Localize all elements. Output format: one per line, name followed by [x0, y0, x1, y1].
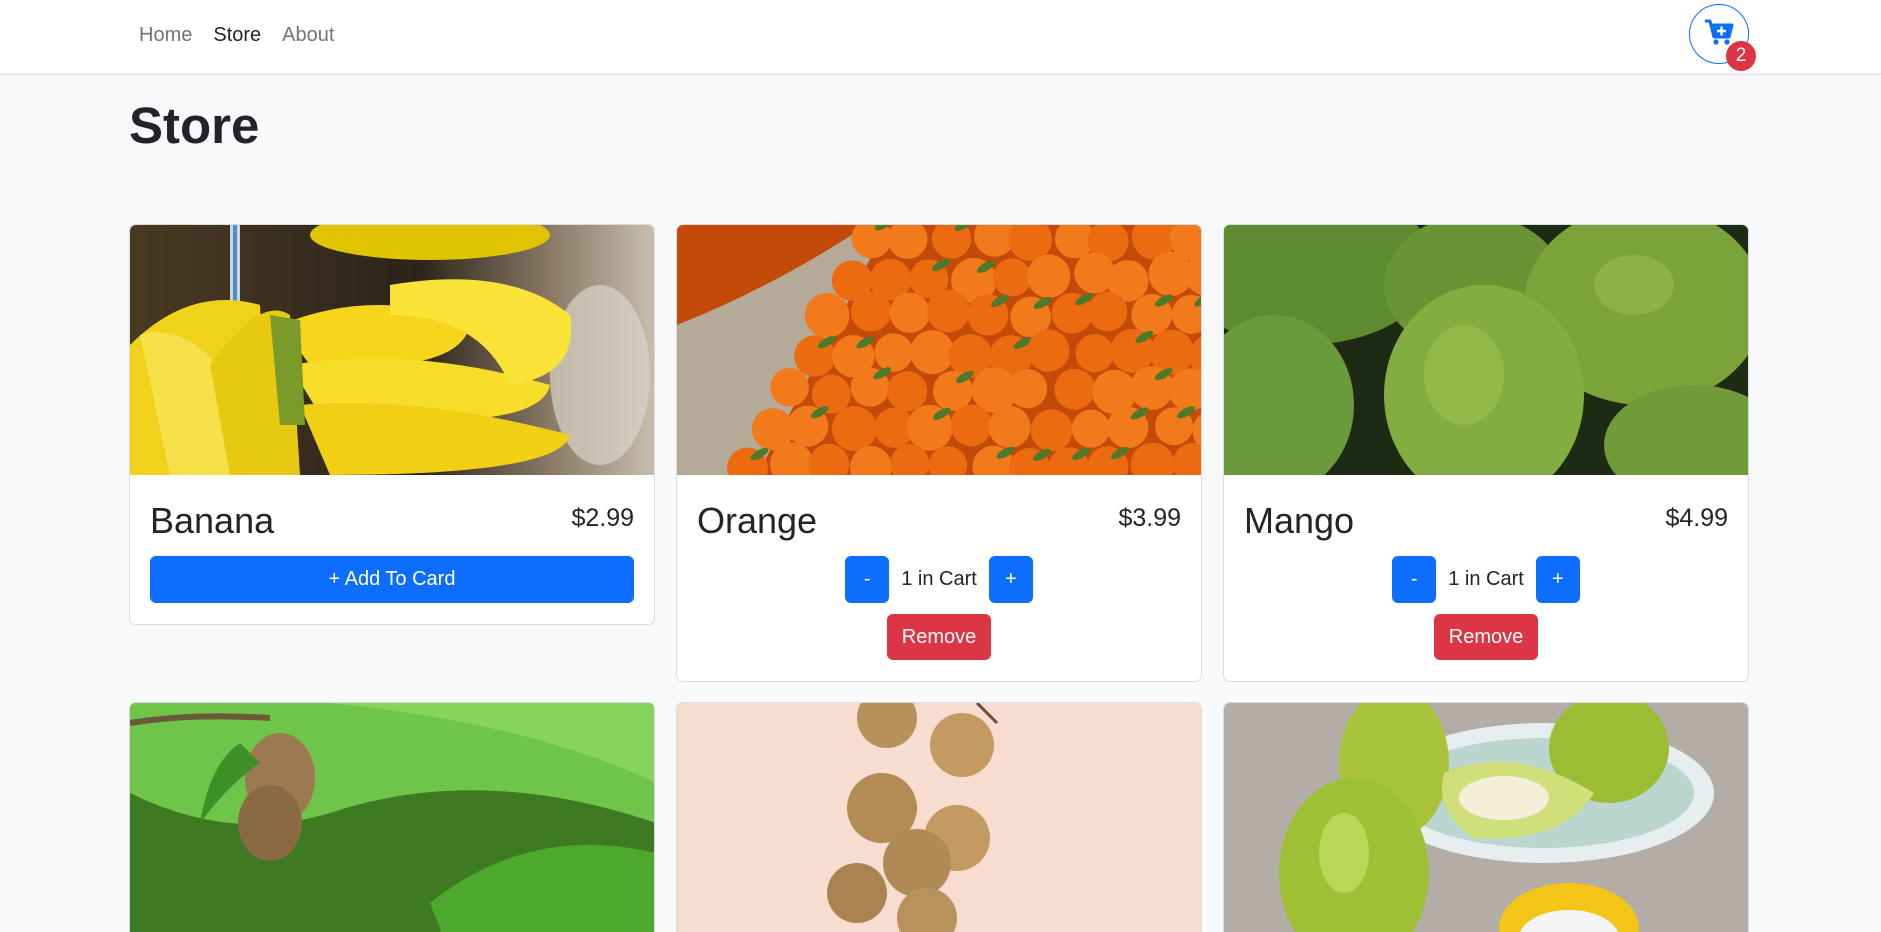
mango-image — [1224, 225, 1748, 475]
navbar: Home Store About 2 — [0, 0, 1881, 74]
product-name: Orange — [697, 500, 818, 541]
product-price: $3.99 — [1118, 504, 1181, 532]
product-price: $2.99 — [571, 504, 634, 532]
nav-link-store[interactable]: Store — [213, 22, 261, 48]
increase-quantity-button[interactable]: + — [1535, 556, 1580, 603]
remove-button[interactable]: Remove — [1434, 614, 1538, 660]
product-card-orange: Orange $3.99 - 1 in Cart + Remove — [676, 224, 1202, 682]
page-title: Store — [129, 97, 260, 154]
product-card-mango: Mango $4.99 - 1 in Cart + Remove — [1223, 224, 1749, 682]
banana-image — [130, 225, 654, 475]
product-card-banana: Banana $2.99 + Add To Card — [129, 224, 655, 625]
orange-image — [677, 225, 1201, 475]
add-to-cart-button[interactable]: + Add To Card — [150, 556, 634, 603]
cart-count-badge: 2 — [1726, 41, 1756, 71]
nav-links: Home Store About — [139, 22, 334, 48]
remove-button[interactable]: Remove — [887, 614, 991, 660]
sapodilla-image — [130, 703, 654, 932]
decrease-quantity-button[interactable]: - — [1392, 556, 1437, 603]
quantity-controls: - 1 in Cart + — [1224, 556, 1748, 603]
nav-link-home[interactable]: Home — [139, 22, 192, 48]
increase-quantity-button[interactable]: + — [988, 556, 1033, 603]
cart-quantity-text: 1 in Cart — [901, 568, 977, 590]
product-card-sapodilla — [129, 702, 655, 932]
guava-image — [1224, 703, 1748, 932]
product-card-guava — [1223, 702, 1749, 932]
product-price: $4.99 — [1665, 504, 1728, 532]
product-card-longan — [676, 702, 1202, 932]
cart-quantity-text: 1 in Cart — [1448, 568, 1524, 590]
decrease-quantity-button[interactable]: - — [845, 556, 890, 603]
quantity-controls: - 1 in Cart + — [677, 556, 1201, 603]
product-name: Mango — [1244, 500, 1355, 541]
nav-link-about[interactable]: About — [282, 22, 334, 48]
longan-image — [677, 703, 1201, 932]
product-name: Banana — [150, 500, 275, 541]
